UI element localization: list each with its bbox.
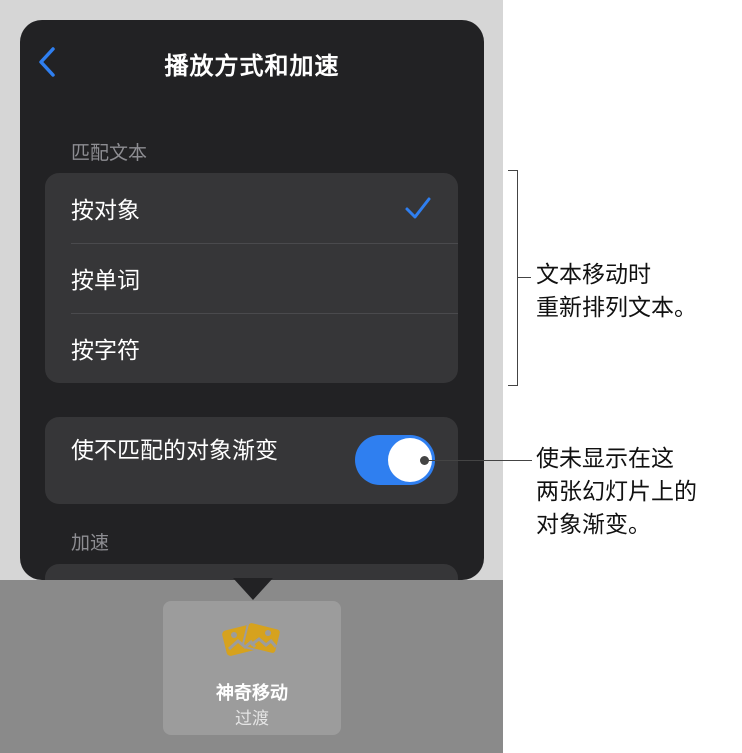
option-label: 按对象 — [71, 198, 140, 224]
popover-title: 播放方式和加速 — [164, 52, 340, 80]
checkmark-icon — [405, 197, 431, 219]
callout-leader-line — [424, 460, 532, 461]
playback-acceleration-popover: 播放方式和加速 匹配文本 按对象 按单词 按字符 使不匹配的对象渐变 加速 — [20, 20, 484, 580]
toolbar-area: 神奇移动 过渡 — [0, 580, 503, 753]
option-label: 按字符 — [71, 338, 140, 364]
transition-subtitle: 过渡 — [235, 709, 269, 729]
option-by-object[interactable]: 按对象 — [45, 173, 458, 243]
transition-name: 神奇移动 — [216, 683, 288, 704]
section-label-match-text: 匹配文本 — [71, 142, 148, 164]
fade-unmatched-label: 使不匹配的对象渐变 — [71, 438, 278, 464]
callout-bracket — [508, 170, 518, 386]
option-by-word[interactable]: 按单词 — [45, 243, 458, 313]
popover-pointer — [233, 578, 273, 600]
callout-fade: 使未显示在这 两张幻灯片上的 对象渐变。 — [536, 446, 697, 538]
match-text-options: 按对象 按单词 按字符 — [45, 173, 458, 383]
magic-move-icon — [222, 621, 282, 656]
magic-move-transition-tile[interactable]: 神奇移动 过渡 — [163, 601, 341, 735]
callout-match-text: 文本移动时 重新排列文本。 — [536, 262, 697, 321]
option-by-character[interactable]: 按字符 — [45, 313, 458, 383]
fade-unmatched-row: 使不匹配的对象渐变 — [45, 417, 458, 504]
device-screen: 神奇移动 过渡 播放方式和加速 匹配文本 按对象 按单词 按字符 使不匹配的对象… — [0, 0, 503, 753]
option-label: 按单词 — [71, 268, 140, 294]
section-label-acceleration: 加速 — [71, 532, 110, 554]
fade-unmatched-group: 使不匹配的对象渐变 — [45, 417, 458, 504]
callout-bracket-tick — [517, 277, 531, 278]
